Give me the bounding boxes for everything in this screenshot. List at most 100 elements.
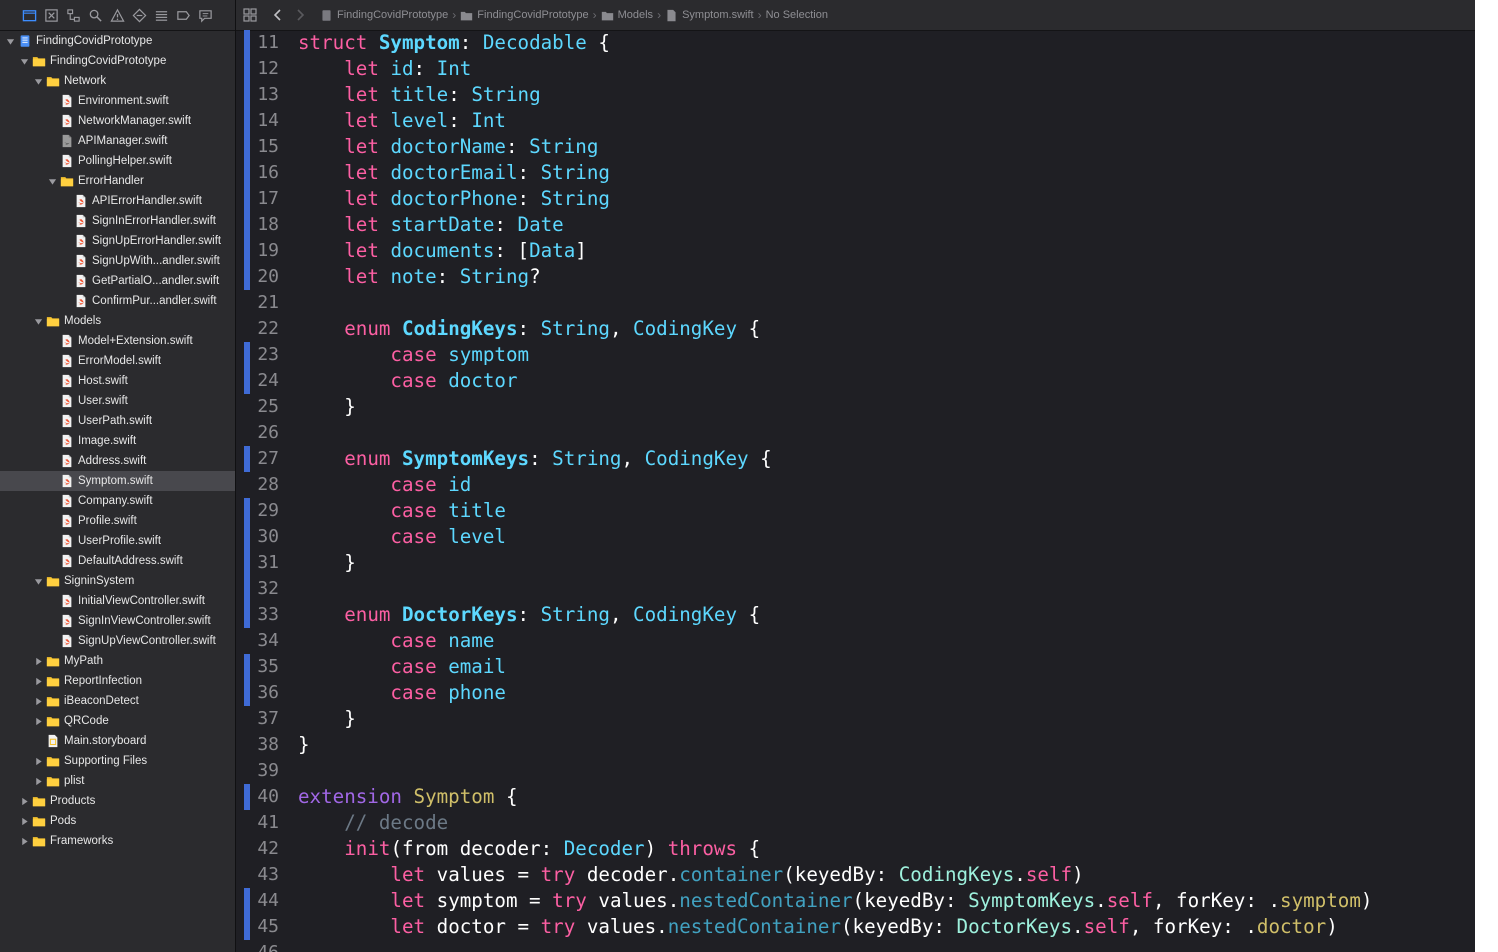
breakpoint-icon[interactable] bbox=[176, 8, 191, 23]
tree-row-model-extension-swift[interactable]: Model+Extension.swift bbox=[0, 331, 235, 351]
tree-row-errormodel-swift[interactable]: ErrorModel.swift bbox=[0, 351, 235, 371]
breadcrumb-item[interactable]: FindingCovidPrototype bbox=[320, 9, 448, 22]
disclosure-open-icon[interactable] bbox=[19, 56, 29, 66]
hierarchy-icon[interactable] bbox=[66, 8, 81, 23]
code-line[interactable]: 19 let documents: [Data] bbox=[236, 238, 1475, 264]
test-icon[interactable] bbox=[132, 8, 147, 23]
tree-row-getpartialo-andler-swift[interactable]: GetPartialO...andler.swift bbox=[0, 271, 235, 291]
change-indicator-bar[interactable] bbox=[244, 134, 250, 160]
search-icon[interactable] bbox=[88, 8, 103, 23]
disclosure-open-icon[interactable] bbox=[33, 576, 43, 586]
change-indicator-bar[interactable] bbox=[244, 576, 250, 602]
code-line[interactable]: 24 case doctor bbox=[236, 368, 1475, 394]
code-line[interactable]: 31 } bbox=[236, 550, 1475, 576]
change-indicator-bar[interactable] bbox=[244, 30, 250, 56]
tree-row-address-swift[interactable]: Address.swift bbox=[0, 451, 235, 471]
code-line[interactable]: 18 let startDate: Date bbox=[236, 212, 1475, 238]
change-indicator-bar[interactable] bbox=[244, 186, 250, 212]
disclosure-open-icon[interactable] bbox=[33, 76, 43, 86]
disclosure-closed-icon[interactable] bbox=[19, 836, 29, 846]
tree-row-errorhandler[interactable]: ErrorHandler bbox=[0, 171, 235, 191]
change-indicator-bar[interactable] bbox=[244, 680, 250, 706]
code-line[interactable]: 46 bbox=[236, 940, 1475, 952]
tree-row-products[interactable]: Products bbox=[0, 791, 235, 811]
disclosure-closed-icon[interactable] bbox=[19, 796, 29, 806]
tree-row-user-swift[interactable]: User.swift bbox=[0, 391, 235, 411]
tree-row-plist[interactable]: plist bbox=[0, 771, 235, 791]
tree-row-symptom-swift[interactable]: Symptom.swift bbox=[0, 471, 235, 491]
change-indicator-bar[interactable] bbox=[244, 82, 250, 108]
code-line[interactable]: 27 enum SymptomKeys: String, CodingKey { bbox=[236, 446, 1475, 472]
tree-row-initialviewcontroller-swift[interactable]: InitialViewController.swift bbox=[0, 591, 235, 611]
code-line[interactable]: 42 init(from decoder: Decoder) throws { bbox=[236, 836, 1475, 862]
tree-row-networkmanager-swift[interactable]: NetworkManager.swift bbox=[0, 111, 235, 131]
code-area[interactable]: 11 struct Symptom: Decodable {12 let id: … bbox=[236, 30, 1475, 952]
disclosure-closed-icon[interactable] bbox=[33, 696, 43, 706]
related-items-grid-icon[interactable] bbox=[242, 7, 258, 23]
code-line[interactable]: 38} bbox=[236, 732, 1475, 758]
code-line[interactable]: 17 let doctorPhone: String bbox=[236, 186, 1475, 212]
code-line[interactable]: 32 bbox=[236, 576, 1475, 602]
forward-chevron-icon[interactable] bbox=[294, 8, 306, 22]
change-indicator-bar[interactable] bbox=[244, 56, 250, 82]
change-indicator-bar[interactable] bbox=[244, 108, 250, 134]
disclosure-open-icon[interactable] bbox=[47, 176, 57, 186]
change-indicator-bar[interactable] bbox=[244, 342, 250, 368]
change-indicator-bar[interactable] bbox=[244, 524, 250, 550]
warning-icon[interactable] bbox=[110, 8, 125, 23]
disclosure-closed-icon[interactable] bbox=[33, 656, 43, 666]
tree-row-defaultaddress-swift[interactable]: DefaultAddress.swift bbox=[0, 551, 235, 571]
change-indicator-bar[interactable] bbox=[244, 264, 250, 290]
change-indicator-bar[interactable] bbox=[244, 238, 250, 264]
tree-row-signupviewcontroller-swift[interactable]: SignUpViewController.swift bbox=[0, 631, 235, 651]
code-line[interactable]: 14 let level: Int bbox=[236, 108, 1475, 134]
tree-row-reportinfection[interactable]: ReportInfection bbox=[0, 671, 235, 691]
tree-row-signinsystem[interactable]: SigninSystem bbox=[0, 571, 235, 591]
change-indicator-bar[interactable] bbox=[244, 654, 250, 680]
change-indicator-bar[interactable] bbox=[244, 784, 250, 810]
code-line[interactable]: 22 enum CodingKeys: String, CodingKey { bbox=[236, 316, 1475, 342]
code-line[interactable]: 37 } bbox=[236, 706, 1475, 732]
tree-row-signupwith-andler-swift[interactable]: SignUpWith...andler.swift bbox=[0, 251, 235, 271]
code-line[interactable]: 34 case name bbox=[236, 628, 1475, 654]
tree-row-host-swift[interactable]: Host.swift bbox=[0, 371, 235, 391]
code-line[interactable]: 30 case level bbox=[236, 524, 1475, 550]
scroll-gutter[interactable] bbox=[1475, 0, 1498, 952]
change-indicator-bar[interactable] bbox=[244, 446, 250, 472]
code-line[interactable]: 33 enum DoctorKeys: String, CodingKey { bbox=[236, 602, 1475, 628]
tree-row-signinviewcontroller-swift[interactable]: SignInViewController.swift bbox=[0, 611, 235, 631]
code-line[interactable]: 13 let title: String bbox=[236, 82, 1475, 108]
tree-row-main-storyboard[interactable]: Main.storyboard bbox=[0, 731, 235, 751]
source-control-icon[interactable] bbox=[44, 8, 59, 23]
change-indicator-bar[interactable] bbox=[244, 212, 250, 238]
disclosure-open-icon[interactable] bbox=[5, 36, 15, 46]
disclosure-closed-icon[interactable] bbox=[33, 716, 43, 726]
tree-row-pods[interactable]: Pods bbox=[0, 811, 235, 831]
tree-row-supporting-files[interactable]: Supporting Files bbox=[0, 751, 235, 771]
tree-row-findingcovidprototype[interactable]: FindingCovidPrototype bbox=[0, 51, 235, 71]
code-line[interactable]: 16 let doctorEmail: String bbox=[236, 160, 1475, 186]
back-chevron-icon[interactable] bbox=[272, 8, 284, 22]
code-line[interactable]: 39 bbox=[236, 758, 1475, 784]
tree-row-models[interactable]: Models bbox=[0, 311, 235, 331]
tree-row-frameworks[interactable]: Frameworks bbox=[0, 831, 235, 851]
code-line[interactable]: 45 let doctor = try values.nestedContain… bbox=[236, 914, 1475, 940]
code-line[interactable]: 41 // decode bbox=[236, 810, 1475, 836]
code-line[interactable]: 21 bbox=[236, 290, 1475, 316]
disclosure-open-icon[interactable] bbox=[33, 316, 43, 326]
code-line[interactable]: 26 bbox=[236, 420, 1475, 446]
code-line[interactable]: 11 struct Symptom: Decodable { bbox=[236, 30, 1475, 56]
tree-row-signuperrorhandler-swift[interactable]: SignUpErrorHandler.swift bbox=[0, 231, 235, 251]
change-indicator-bar[interactable] bbox=[244, 368, 250, 394]
change-indicator-bar[interactable] bbox=[244, 498, 250, 524]
code-line[interactable]: 15 let doctorName: String bbox=[236, 134, 1475, 160]
tree-row-company-swift[interactable]: Company.swift bbox=[0, 491, 235, 511]
change-indicator-bar[interactable] bbox=[244, 160, 250, 186]
code-line[interactable]: 20 let note: String? bbox=[236, 264, 1475, 290]
tree-row-findingcovidprototype[interactable]: FindingCovidPrototype bbox=[0, 31, 235, 51]
disclosure-closed-icon[interactable] bbox=[33, 676, 43, 686]
disclosure-closed-icon[interactable] bbox=[19, 816, 29, 826]
tree-row-ibeacondetect[interactable]: iBeaconDetect bbox=[0, 691, 235, 711]
tree-row-userpath-swift[interactable]: UserPath.swift bbox=[0, 411, 235, 431]
tree-row-image-swift[interactable]: Image.swift bbox=[0, 431, 235, 451]
